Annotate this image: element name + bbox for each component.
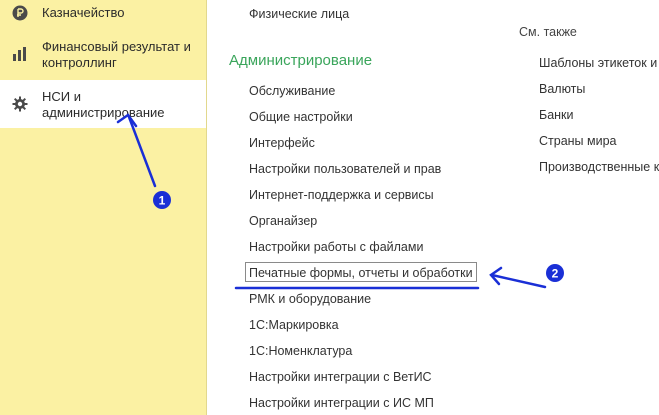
sidebar-item-financial-result[interactable]: Финансовый результат и контроллинг bbox=[0, 36, 206, 76]
gear-icon bbox=[12, 96, 28, 112]
ruble-icon bbox=[12, 5, 28, 21]
link-pos-equipment[interactable]: РМК и оборудование bbox=[249, 291, 371, 307]
badge-2-label: 2 bbox=[552, 267, 559, 281]
link-interface[interactable]: Интерфейс bbox=[249, 135, 315, 151]
see-also-title: См. также bbox=[519, 25, 577, 39]
link-internet-support[interactable]: Интернет-поддержка и сервисы bbox=[249, 187, 434, 203]
link-countries[interactable]: Страны мира bbox=[539, 133, 617, 149]
sidebar-item-label-line2: контроллинг bbox=[42, 55, 117, 70]
link-currencies[interactable]: Валюты bbox=[539, 81, 585, 97]
link-is-mp-integration[interactable]: Настройки интеграции с ИС МП bbox=[249, 395, 434, 411]
sidebar: Казначейство Финансовый результат и конт… bbox=[0, 0, 207, 415]
link-print-forms-reports[interactable]: Печатные формы, отчеты и обработки bbox=[249, 265, 473, 281]
sidebar-item-nsi-admin[interactable]: НСИ и администрирование bbox=[0, 80, 206, 128]
arrow-2-icon bbox=[490, 273, 547, 289]
sidebar-item-treasury[interactable]: Казначейство bbox=[0, 0, 206, 28]
link-label-templates[interactable]: Шаблоны этикеток и bbox=[539, 55, 657, 71]
link-production-calendars[interactable]: Производственные к bbox=[539, 159, 659, 175]
link-individuals[interactable]: Физические лица bbox=[249, 6, 349, 22]
section-title-administration: Администрирование bbox=[229, 52, 373, 69]
link-maintenance[interactable]: Обслуживание bbox=[249, 83, 335, 99]
link-vetis-integration[interactable]: Настройки интеграции с ВетИС bbox=[249, 369, 432, 385]
link-1c-nomenclature[interactable]: 1С:Номенклатура bbox=[249, 343, 352, 359]
sidebar-item-label-line1: Финансовый результат и bbox=[42, 39, 191, 54]
sidebar-item-label-line2: администрирование bbox=[42, 105, 165, 120]
arrow-2-head-icon bbox=[489, 266, 503, 286]
link-user-rights-settings[interactable]: Настройки пользователей и прав bbox=[249, 161, 441, 177]
link-banks[interactable]: Банки bbox=[539, 107, 574, 123]
sidebar-item-label: Казначейство bbox=[42, 5, 125, 20]
link-1c-marking[interactable]: 1С:Маркировка bbox=[249, 317, 339, 333]
sidebar-item-label-line1: НСИ и bbox=[42, 89, 81, 104]
link-file-settings[interactable]: Настройки работы с файлами bbox=[249, 239, 423, 255]
link-organizer[interactable]: Органайзер bbox=[249, 213, 317, 229]
link-general-settings[interactable]: Общие настройки bbox=[249, 109, 353, 125]
bar-chart-icon bbox=[13, 47, 26, 61]
badge-2 bbox=[546, 264, 564, 282]
